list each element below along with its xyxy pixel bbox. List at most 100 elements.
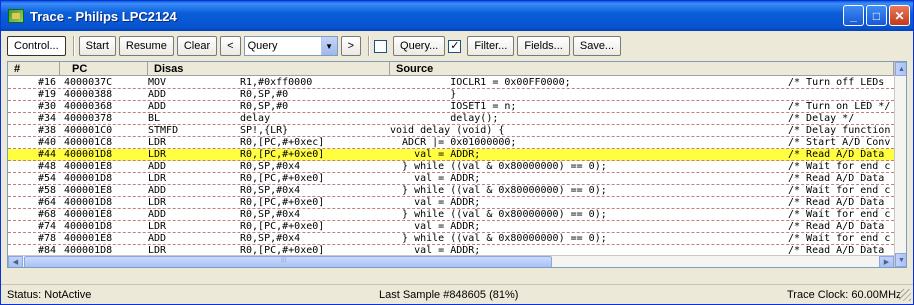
table-row-selected[interactable]: #44 400001D8 LDR R0,[PC,#+0xe0] val = ADDR;… bbox=[8, 149, 894, 161]
column-header-number[interactable]: # bbox=[8, 62, 60, 76]
table-row[interactable]: #19 40000388 ADD R0,SP,#0 } bbox=[8, 89, 894, 101]
cell-source: IOCLR1 = 0x00FF0000; bbox=[390, 77, 571, 88]
resize-grip-icon[interactable] bbox=[899, 289, 911, 301]
query-checkbox[interactable] bbox=[374, 39, 391, 53]
next-query-button[interactable]: > bbox=[340, 36, 362, 56]
status-last-sample: Last Sample #848605 (81%) bbox=[379, 288, 519, 301]
table-row[interactable]: #40 400001C8 LDR R0,[PC,#+0xec] ADCR |= 0x0… bbox=[8, 137, 894, 149]
cell-pc: 400001E8 bbox=[64, 233, 113, 244]
cell-comment: /* Wait for end c bbox=[788, 209, 891, 220]
cell-source: val = ADDR; bbox=[390, 173, 481, 184]
cell-operands: R0,SP,#0x4 bbox=[240, 209, 301, 220]
table-row[interactable]: #78 400001E8 ADD R0,SP,#0x4 } while ((val &… bbox=[8, 233, 894, 245]
cell-source: } while ((val & 0x80000000) == 0); bbox=[390, 233, 607, 244]
chevron-down-icon[interactable]: ▼ bbox=[320, 37, 337, 55]
cell-number: #19 bbox=[37, 89, 56, 100]
scroll-up-icon[interactable]: ▲ bbox=[895, 62, 906, 76]
resume-button[interactable]: Resume bbox=[118, 36, 174, 56]
minimize-button[interactable]: _ bbox=[843, 5, 864, 26]
title-bar[interactable]: Trace - Philips LPC2124 _ □ ✕ bbox=[1, 1, 913, 31]
cell-operands: R0,SP,#0 bbox=[240, 89, 289, 100]
cell-opcode: ADD bbox=[148, 233, 167, 244]
cell-source: } while ((val & 0x80000000) == 0); bbox=[390, 161, 607, 172]
column-header-source[interactable]: Source bbox=[390, 62, 894, 76]
cell-number: #16 bbox=[37, 77, 56, 88]
previous-query-button[interactable]: < bbox=[220, 36, 241, 56]
query-checkbox-box[interactable] bbox=[374, 39, 388, 53]
cell-opcode: BL bbox=[148, 113, 161, 124]
table-row[interactable]: #58 400001E8 ADD R0,SP,#0x4 } while ((val &… bbox=[8, 185, 894, 197]
cell-pc: 400001D8 bbox=[64, 197, 113, 208]
vertical-scrollbar[interactable]: ▲ ▼ bbox=[894, 62, 906, 267]
horizontal-scroll-thumb[interactable] bbox=[24, 256, 552, 267]
cell-operands: R0,SP,#0x4 bbox=[240, 185, 301, 196]
table-row[interactable]: #68 400001E8 ADD R0,SP,#0x4 } while ((val &… bbox=[8, 209, 894, 221]
cell-source: val = ADDR; bbox=[390, 197, 481, 208]
grid-rows: #16 4000037C MOV R1,#0xff0000 IOCLR1 = 0x00… bbox=[8, 77, 894, 257]
fields-button[interactable]: Fields... bbox=[517, 36, 570, 56]
cell-operands: SP!,{LR} bbox=[240, 125, 289, 136]
table-row[interactable]: #16 4000037C MOV R1,#0xff0000 IOCLR1 = 0x00… bbox=[8, 77, 894, 89]
filter-checkbox-box[interactable]: ✓ bbox=[448, 39, 462, 53]
control-button[interactable]: Control... bbox=[7, 36, 66, 56]
column-header-pc[interactable]: PC bbox=[60, 62, 148, 76]
cell-source: } while ((val & 0x80000000) == 0); bbox=[390, 185, 607, 196]
window-title: Trace - Philips LPC2124 bbox=[30, 8, 177, 24]
column-header-disas[interactable]: Disas bbox=[148, 62, 390, 76]
close-button[interactable]: ✕ bbox=[889, 5, 910, 26]
clear-button[interactable]: Clear bbox=[176, 36, 218, 56]
filter-button[interactable]: Filter... bbox=[467, 36, 515, 56]
cell-opcode: ADD bbox=[148, 185, 167, 196]
cell-number: #54 bbox=[37, 173, 56, 184]
cell-operands: R0,[PC,#+0xe0] bbox=[240, 221, 325, 232]
horizontal-scrollbar[interactable]: ◀ ▶ bbox=[8, 255, 894, 267]
cell-number: #74 bbox=[37, 221, 56, 232]
cell-opcode: ADD bbox=[148, 209, 167, 220]
start-button[interactable]: Start bbox=[78, 36, 116, 56]
status-trace-clock: Trace Clock: 60.00MHz bbox=[787, 288, 902, 301]
scroll-left-icon[interactable]: ◀ bbox=[8, 256, 23, 267]
cell-operands: R0,SP,#0x4 bbox=[240, 233, 301, 244]
toolbar-separator bbox=[72, 36, 75, 56]
cell-operands: R0,[PC,#+0xe0] bbox=[240, 149, 325, 160]
query-select-value: Query bbox=[247, 40, 278, 52]
status-bar: Status: NotActive Last Sample #848605 (8… bbox=[1, 284, 913, 304]
trace-grid[interactable]: # PC Disas Source #16 4000037C MOV R1,#0xff… bbox=[7, 61, 907, 268]
cell-source: val = ADDR; bbox=[390, 149, 481, 160]
cell-comment: /* Read A/D Data bbox=[788, 173, 885, 184]
cell-operands: R1,#0xff0000 bbox=[240, 77, 313, 88]
table-row[interactable]: #34 40000378 BL delay delay(); /* Delay */ bbox=[8, 113, 894, 125]
cell-opcode: ADD bbox=[148, 161, 167, 172]
cell-source: ADCR |= 0x01000000; bbox=[390, 137, 517, 148]
cell-comment: /* Wait for end c bbox=[788, 233, 891, 244]
table-row[interactable]: #38 400001C0 STMFD SP!,{LR} void delay (void… bbox=[8, 125, 894, 137]
cell-number: #44 bbox=[37, 149, 56, 160]
scroll-down-icon[interactable]: ▼ bbox=[895, 253, 906, 267]
cell-operands: delay bbox=[240, 113, 271, 124]
save-button[interactable]: Save... bbox=[572, 36, 622, 56]
app-icon bbox=[8, 9, 24, 23]
cell-pc: 400001C8 bbox=[64, 137, 113, 148]
cell-opcode: ADD bbox=[148, 89, 167, 100]
cell-operands: R0,[PC,#+0xe0] bbox=[240, 173, 325, 184]
table-row[interactable]: #74 400001D8 LDR R0,[PC,#+0xe0] val = ADDR;… bbox=[8, 221, 894, 233]
table-row[interactable]: #54 400001D8 LDR R0,[PC,#+0xe0] val = ADDR;… bbox=[8, 173, 894, 185]
cell-source: IOSET1 = n; bbox=[390, 101, 517, 112]
cell-opcode: MOV bbox=[148, 77, 167, 88]
maximize-button[interactable]: □ bbox=[866, 5, 887, 26]
table-row[interactable]: #30 40000368 ADD R0,SP,#0 IOSET1 = n; /* Tur… bbox=[8, 101, 894, 113]
cell-opcode: LDR bbox=[148, 221, 167, 232]
cell-comment: /* Read A/D Data bbox=[788, 197, 885, 208]
cell-opcode: ADD bbox=[148, 101, 167, 112]
table-row[interactable]: #48 400001E8 ADD R0,SP,#0x4 } while ((val &… bbox=[8, 161, 894, 173]
scroll-right-icon[interactable]: ▶ bbox=[879, 256, 894, 267]
query-select[interactable]: Query ▼ bbox=[243, 36, 338, 56]
trace-window: Trace - Philips LPC2124 _ □ ✕ Control...… bbox=[0, 0, 914, 305]
filter-checkbox[interactable]: ✓ bbox=[448, 39, 465, 53]
cell-operands: R0,SP,#0x4 bbox=[240, 161, 301, 172]
table-row[interactable]: #64 400001D8 LDR R0,[PC,#+0xe0] val = ADDR;… bbox=[8, 197, 894, 209]
cell-source: val = ADDR; bbox=[390, 221, 481, 232]
query-button[interactable]: Query... bbox=[393, 36, 446, 56]
cell-comment: /* Turn on LED */ bbox=[788, 101, 891, 112]
cell-number: #30 bbox=[37, 101, 56, 112]
